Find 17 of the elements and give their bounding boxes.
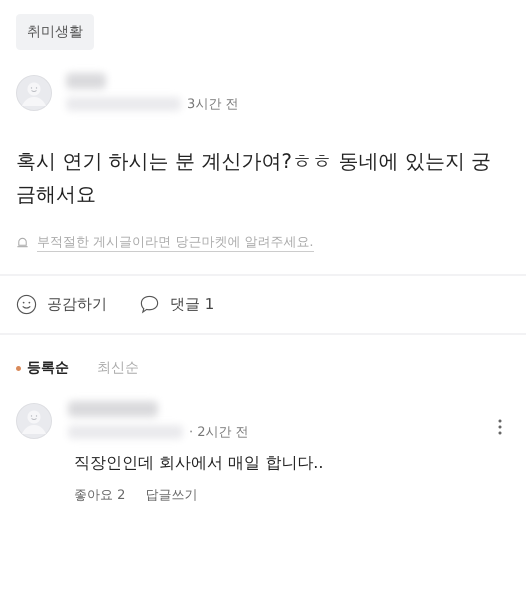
post-time: 3시간 전	[187, 96, 238, 113]
more-icon[interactable]	[498, 419, 502, 435]
blurred-name	[66, 73, 106, 89]
post-body: 혹시 연기 하시는 분 계신가여?ㅎㅎ 동네에 있는지 궁금해서요	[16, 148, 492, 208]
category-tag[interactable]: 취미생활	[16, 14, 94, 50]
comment-body: 직장인인데 회사에서 매일 합니다..	[74, 453, 324, 474]
post-time: · 2시간 전	[189, 424, 249, 441]
speech-bubble-icon	[139, 294, 160, 315]
like-button[interactable]: 좋아요 2	[74, 486, 126, 504]
avatar-icon	[16, 403, 52, 439]
sort-tab[interactable]: 등록순	[27, 355, 69, 381]
smile-icon	[16, 294, 37, 315]
avatar-icon	[16, 75, 52, 111]
comment-button[interactable]: 댓글 1	[139, 286, 214, 323]
bell-icon	[16, 236, 29, 249]
reply-button[interactable]: 답글쓰기	[145, 486, 198, 504]
empathy-button[interactable]: 공감하기	[16, 286, 107, 323]
